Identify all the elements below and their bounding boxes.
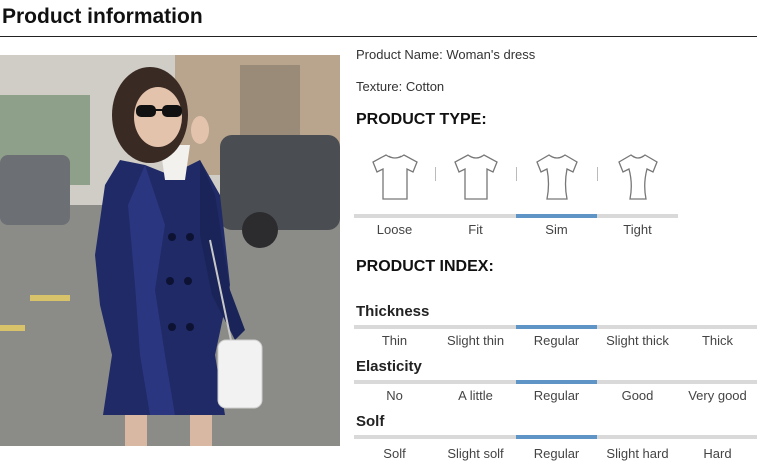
thickness-scale <box>354 325 757 329</box>
product-type-option: Fit <box>468 222 483 237</box>
product-type-option: Tight <box>623 222 652 237</box>
thickness-option: Thin <box>381 333 408 348</box>
product-index-title: PRODUCT INDEX: <box>356 258 494 275</box>
elasticity-option: A little <box>458 388 493 403</box>
t-shirt-icon <box>435 143 516 209</box>
softness-title: Solf <box>356 413 385 430</box>
product-type-option: Loose <box>376 222 413 237</box>
product-type-title: PRODUCT TYPE: <box>356 111 487 128</box>
product-name-line: Product Name: Woman's dress <box>356 47 536 62</box>
elasticity-option: No <box>386 388 403 403</box>
elasticity-option: Very good <box>688 388 747 403</box>
softness-option: Regular <box>533 446 580 461</box>
t-shirt-icon <box>597 143 678 209</box>
softness-scale <box>354 435 757 439</box>
elasticity-title: Elasticity <box>356 358 422 375</box>
t-shirt-icon <box>354 143 435 209</box>
product-photo <box>0 55 340 446</box>
product-type-option: Sim <box>545 222 568 237</box>
thickness-option: Slight thin <box>446 333 505 348</box>
softness-option: Hard <box>703 446 732 461</box>
product-type-icons <box>354 143 678 209</box>
product-type-selected-marker <box>516 214 597 218</box>
softness-option: Slight hard <box>606 446 669 461</box>
t-shirt-icon <box>516 143 597 209</box>
elasticity-selected-marker <box>516 380 597 384</box>
texture-line: Texture: Cotton <box>356 79 445 94</box>
product-type-scale <box>354 214 678 218</box>
elasticity-option: Good <box>621 388 654 403</box>
thickness-option: Regular <box>533 333 580 348</box>
header-divider <box>0 36 757 37</box>
thickness-title: Thickness <box>356 303 430 320</box>
elasticity-scale <box>354 380 757 384</box>
softness-option: Solf <box>383 446 406 461</box>
thickness-option: Thick <box>701 333 734 348</box>
thickness-option: Slight thick <box>606 333 669 348</box>
softness-selected-marker <box>516 435 597 439</box>
page-title: Product information <box>2 5 203 28</box>
softness-option: Slight solf <box>447 446 504 461</box>
thickness-selected-marker <box>516 325 597 329</box>
elasticity-option: Regular <box>533 388 580 403</box>
